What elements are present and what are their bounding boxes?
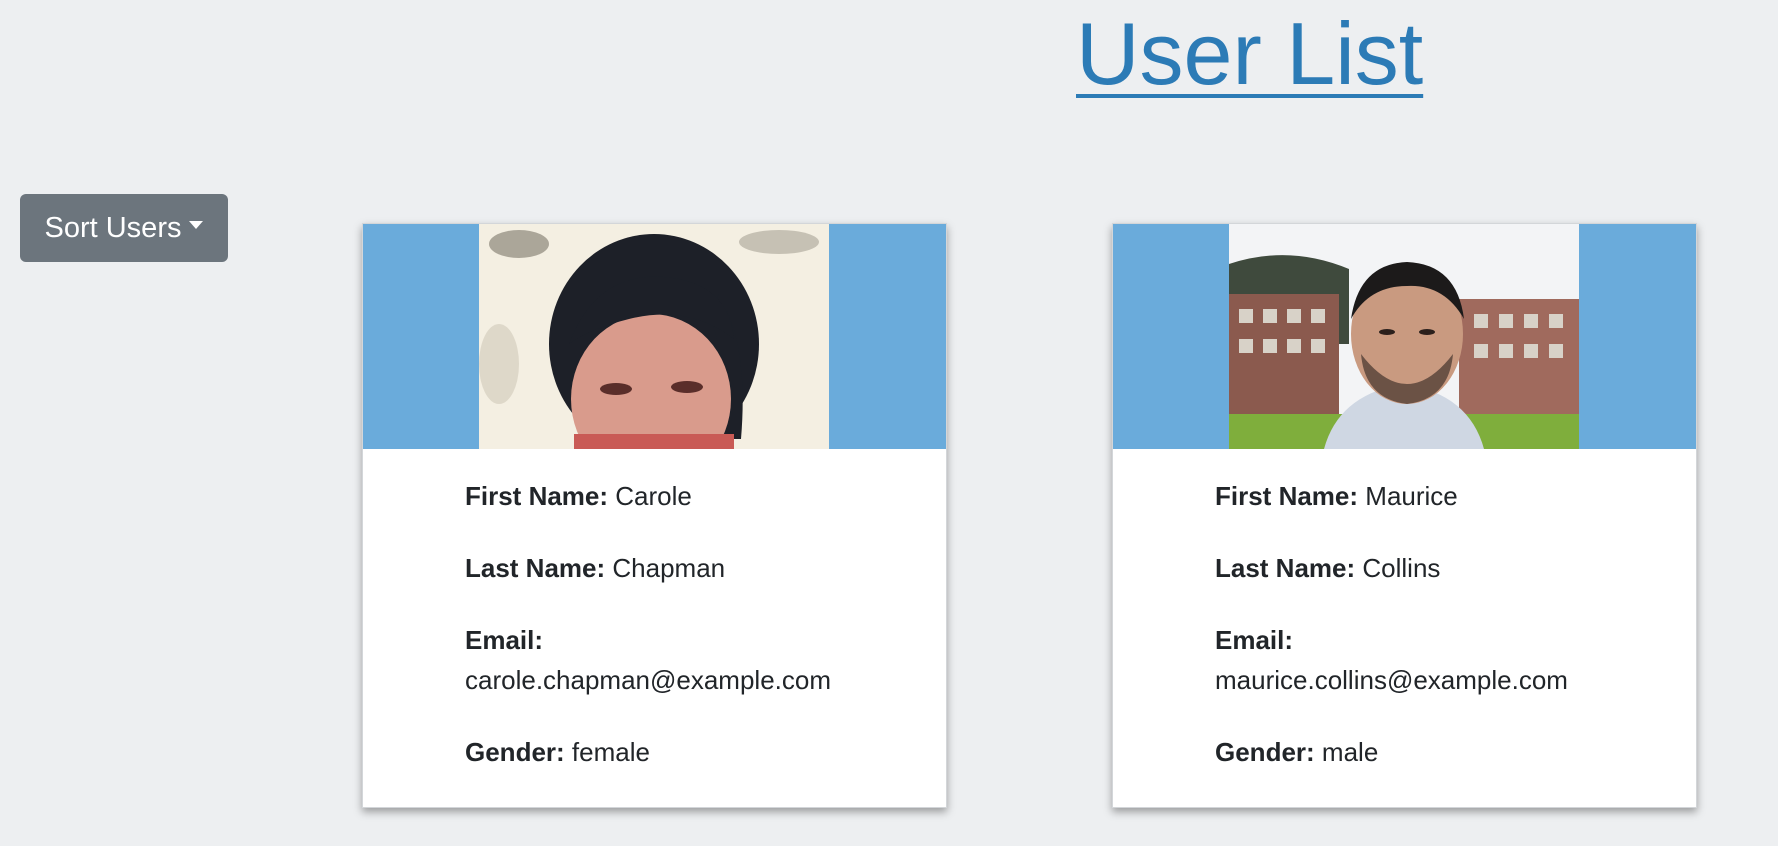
gender-value: female xyxy=(571,737,650,767)
email-label: Email: xyxy=(1215,625,1294,655)
user-photo-image xyxy=(479,224,829,449)
sort-users-button[interactable]: Sort Users xyxy=(20,194,228,262)
first-name-value: Maurice xyxy=(1365,481,1458,511)
first-name-row: First Name: Carole xyxy=(465,476,925,516)
gender-value: male xyxy=(1321,737,1379,767)
email-row: Email: carole.chapman@example.com xyxy=(465,620,925,700)
gender-label: Gender: xyxy=(1215,737,1315,767)
last-name-label: Last Name: xyxy=(465,553,606,583)
user-photo-band xyxy=(363,224,946,449)
user-card: First Name: Carole Last Name: Chapman Em… xyxy=(362,223,947,808)
last-name-value: Chapman xyxy=(612,553,726,583)
email-value: maurice.collins@example.com xyxy=(1215,665,1568,695)
email-value: carole.chapman@example.com xyxy=(465,665,832,695)
last-name-label: Last Name: xyxy=(1215,553,1356,583)
last-name-row: Last Name: Collins xyxy=(1215,548,1675,588)
user-photo-band xyxy=(1113,224,1696,449)
caret-down-icon xyxy=(189,221,204,229)
page-title[interactable]: User List xyxy=(1076,0,1423,108)
first-name-label: First Name: xyxy=(1215,481,1359,511)
gender-row: Gender: male xyxy=(1215,732,1675,772)
first-name-value: Carole xyxy=(615,481,692,511)
email-row: Email: maurice.collins@example.com xyxy=(1215,620,1675,700)
last-name-row: Last Name: Chapman xyxy=(465,548,925,588)
user-card: First Name: Maurice Last Name: Collins E… xyxy=(1112,223,1697,808)
user-info: First Name: Carole Last Name: Chapman Em… xyxy=(465,476,925,804)
user-photo xyxy=(1229,224,1579,449)
user-info: First Name: Maurice Last Name: Collins E… xyxy=(1215,476,1675,804)
first-name-row: First Name: Maurice xyxy=(1215,476,1675,516)
user-photo-image xyxy=(1229,224,1579,449)
user-photo xyxy=(479,224,829,449)
gender-label: Gender: xyxy=(465,737,565,767)
last-name-value: Collins xyxy=(1362,553,1441,583)
first-name-label: First Name: xyxy=(465,481,609,511)
sort-users-label: Sort Users xyxy=(44,211,182,244)
gender-row: Gender: female xyxy=(465,732,925,772)
email-label: Email: xyxy=(465,625,544,655)
